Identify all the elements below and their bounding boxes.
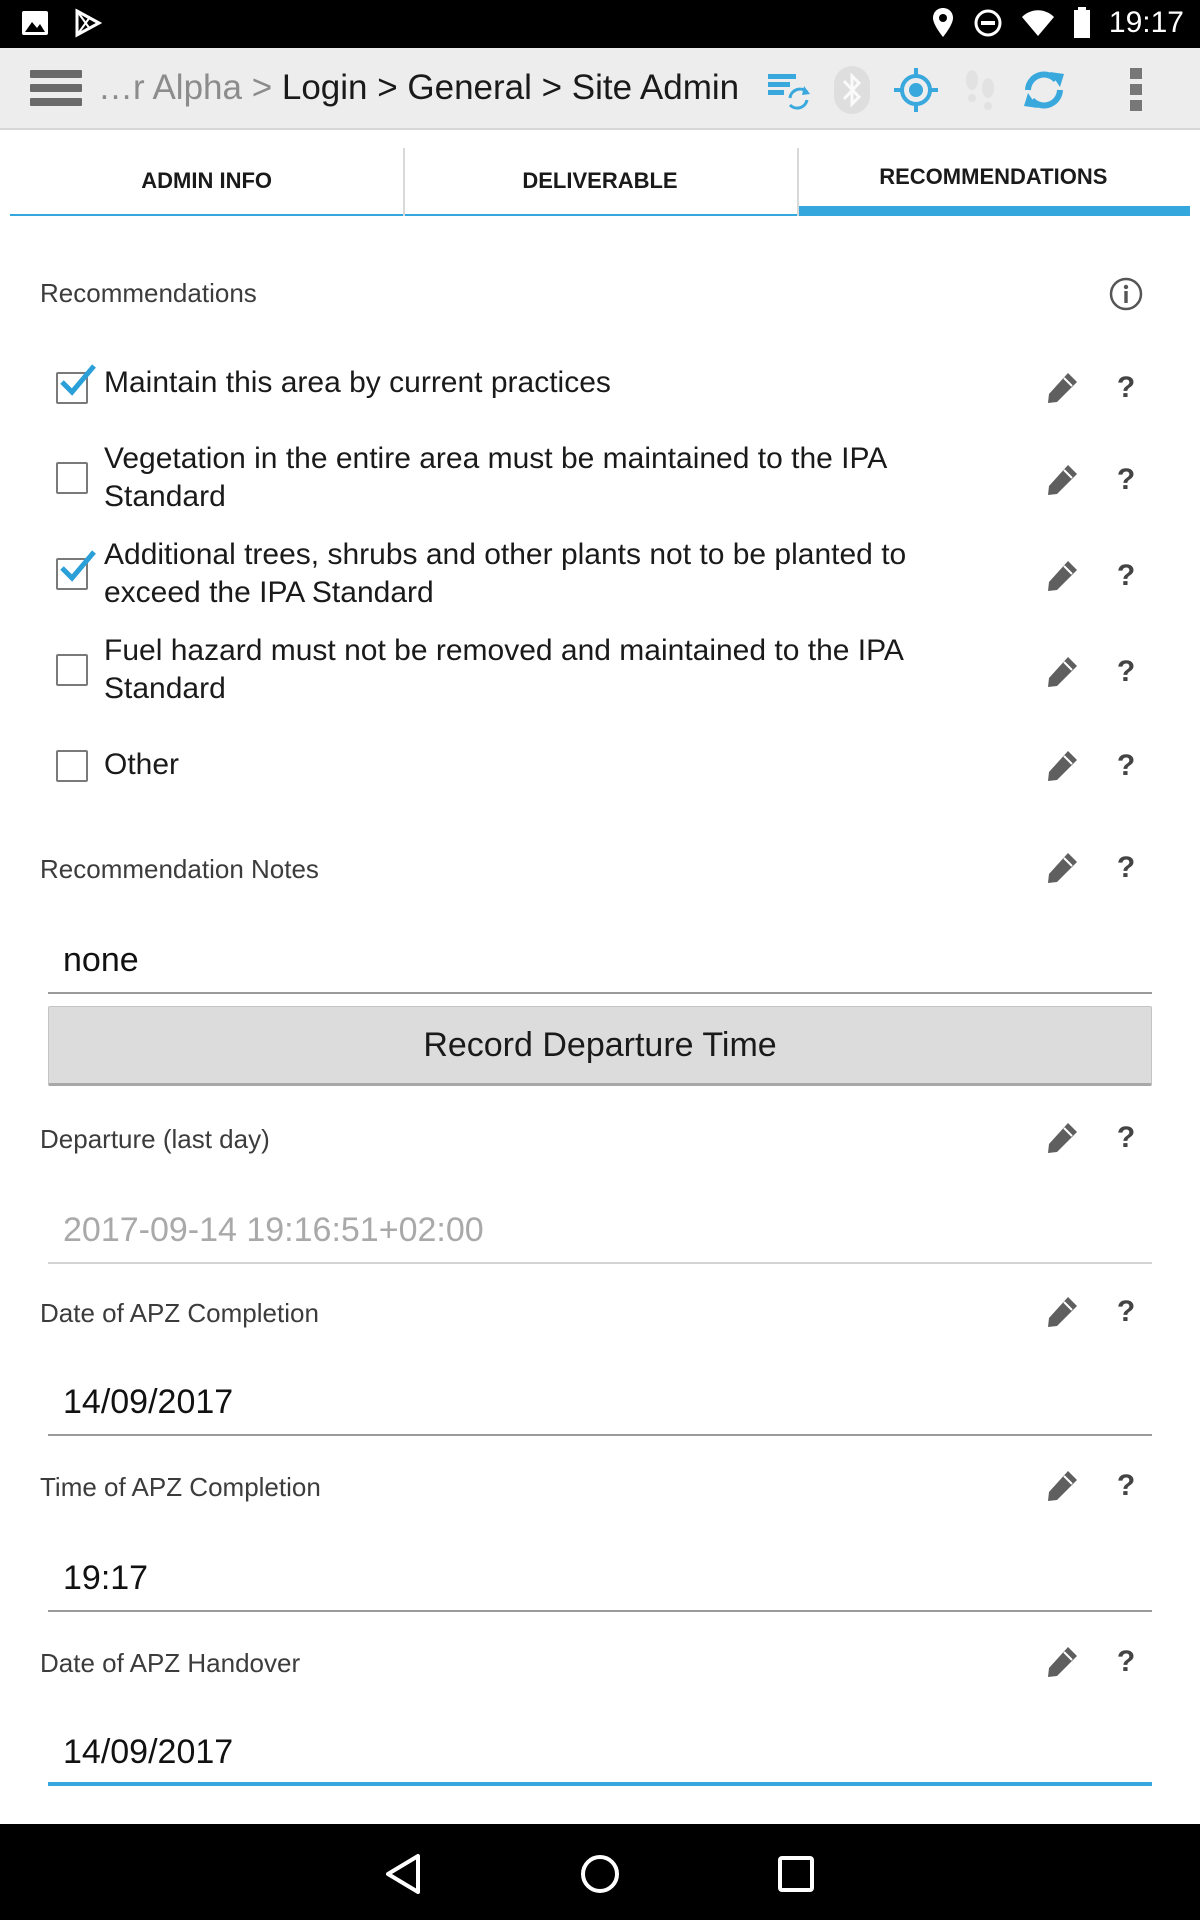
apz-completion-time-field[interactable]: 19:17 [48,1552,1152,1612]
help-icon[interactable]: ? [1114,1294,1138,1330]
pencil-icon[interactable] [1044,1644,1080,1680]
pencil-icon[interactable] [1044,1120,1080,1156]
home-icon[interactable] [572,1846,628,1902]
recommendation-checkbox[interactable] [56,654,88,686]
tab-recommendations[interactable]: RECOMMENDATIONS [796,148,1190,216]
footsteps-icon[interactable] [948,62,1012,118]
action-bar: …r Alpha > Login > General > Site Admin [0,48,1200,130]
breadcrumb-path[interactable]: Login > General > Site Admin [282,68,739,107]
image-icon [22,11,48,35]
recommendation-text: Additional trees, shrubs and other plant… [104,538,907,609]
recents-icon[interactable] [768,1846,824,1902]
tab-deliverable[interactable]: DELIVERABLE [403,148,797,216]
do-not-disturb-icon [974,9,1002,37]
recommendation-text: Fuel hazard must not be removed and main… [104,634,903,705]
pencil-icon[interactable] [1044,654,1080,690]
recommendation-checkbox[interactable] [56,462,88,494]
info-icon[interactable] [1108,276,1144,312]
recommendations-label: Recommendations [40,278,257,308]
departure-field: 2017-09-14 19:16:51+02:00 [48,1204,1152,1264]
apz-completion-date-field[interactable]: 14/09/2017 [48,1376,1152,1436]
record-departure-time-button[interactable]: Record Departure Time [48,1006,1152,1086]
apz-completion-date-label: Date of APZ Completion [40,1298,319,1328]
location-pin-icon [932,8,953,37]
help-icon[interactable]: ? [1114,850,1138,886]
pencil-icon[interactable] [1044,370,1080,406]
menu-icon[interactable] [30,70,82,110]
recommendation-checkbox[interactable] [56,550,96,590]
apz-handover-date-field[interactable]: 14/09/2017 [48,1726,1152,1786]
back-icon[interactable] [378,1846,434,1902]
checkmark-icon [60,550,96,582]
navigation-bar [0,1824,1200,1920]
departure-label: Departure (last day) [40,1124,270,1154]
help-icon[interactable]: ? [1114,558,1138,594]
form-content: Recommendations Maintain this area by cu… [10,216,1190,1826]
overflow-menu-icon[interactable] [1124,62,1148,118]
help-icon[interactable]: ? [1114,370,1138,406]
play-store-icon [75,8,102,38]
help-icon[interactable]: ? [1114,1644,1138,1680]
bluetooth-icon[interactable] [820,62,884,118]
breadcrumb-prefix[interactable]: …r Alpha > [98,68,282,107]
pencil-icon[interactable] [1044,462,1080,498]
gps-target-icon[interactable] [884,62,948,118]
battery-icon [1073,7,1090,38]
help-icon[interactable]: ? [1114,462,1138,498]
status-bar: 19:17 [0,0,1200,48]
recommendation-text: Maintain this area by current practices [104,366,611,399]
recommendation-checkbox[interactable] [56,364,96,404]
tab-bar: ADMIN INFO DELIVERABLE RECOMMENDATIONS [10,148,1190,216]
breadcrumb: …r Alpha > Login > General > Site Admin [98,68,739,108]
pencil-icon[interactable] [1044,1294,1080,1330]
help-icon[interactable]: ? [1114,1120,1138,1156]
pencil-icon[interactable] [1044,558,1080,594]
notes-input[interactable]: none [48,934,1152,994]
tab-admin-info[interactable]: ADMIN INFO [10,148,404,216]
clock: 19:17 [1108,6,1184,39]
sync-data-icon[interactable] [756,62,820,118]
recommendation-text: Other [104,748,180,781]
recommendation-checkbox[interactable] [56,750,88,782]
help-icon[interactable]: ? [1114,1468,1138,1504]
recommendation-text: Vegetation in the entire area must be ma… [104,442,886,513]
checkmark-icon [60,364,96,396]
apz-handover-date-label: Date of APZ Handover [40,1648,301,1678]
notes-label: Recommendation Notes [40,854,319,884]
refresh-icon[interactable] [1012,62,1076,118]
pencil-icon[interactable] [1044,1468,1080,1504]
help-icon[interactable]: ? [1114,654,1138,690]
help-icon[interactable]: ? [1114,748,1138,784]
wifi-icon [1021,10,1054,36]
apz-completion-time-label: Time of APZ Completion [40,1472,321,1502]
pencil-icon[interactable] [1044,748,1080,784]
pencil-icon[interactable] [1044,850,1080,886]
